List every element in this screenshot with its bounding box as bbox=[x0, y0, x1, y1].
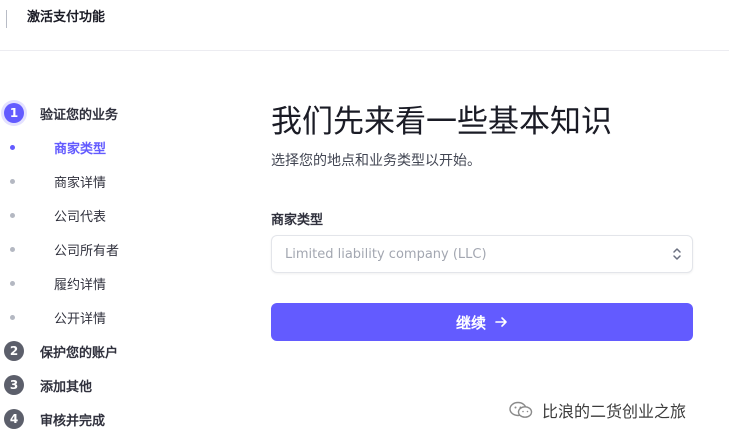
substep-label: 公司所有者 bbox=[54, 243, 120, 259]
continue-button[interactable]: 继续 bbox=[271, 303, 693, 341]
substep-company-owners[interactable]: 公司所有者 bbox=[10, 239, 119, 259]
business-type-value: Limited liability company (LLC) bbox=[285, 246, 487, 262]
substep-fulfillment-details[interactable]: 履约详情 bbox=[10, 273, 106, 293]
wechat-icon bbox=[509, 401, 533, 418]
step-number: 3 bbox=[4, 375, 24, 395]
substep-label: 商家详情 bbox=[54, 175, 107, 191]
page-title: 激活支付功能 bbox=[27, 10, 106, 25]
substep-label: 公开详情 bbox=[54, 311, 107, 327]
topbar-divider bbox=[6, 10, 7, 28]
watermark: 比浪的二货创业之旅 bbox=[508, 398, 686, 422]
top-bar: 激活支付功能 bbox=[0, 0, 729, 51]
step-number: 2 bbox=[4, 341, 24, 361]
step-label: 审核并完成 bbox=[40, 413, 106, 429]
substep-label: 履约详情 bbox=[54, 277, 107, 293]
continue-label: 继续 bbox=[455, 314, 486, 332]
step-review-finish[interactable]: 4 审核并完成 bbox=[4, 407, 105, 431]
dot-icon bbox=[10, 314, 15, 320]
watermark-text: 比浪的二货创业之旅 bbox=[542, 402, 687, 421]
substep-business-details[interactable]: 商家详情 bbox=[10, 171, 106, 191]
step-number: 4 bbox=[4, 409, 24, 429]
substep-label: 商家类型 bbox=[54, 141, 107, 157]
main-subheading: 选择您的地点和业务类型以开始。 bbox=[271, 153, 481, 169]
arrow-right-icon bbox=[495, 317, 507, 327]
substep-business-type[interactable]: 商家类型 bbox=[10, 137, 106, 157]
step-label: 添加其他 bbox=[40, 379, 93, 395]
substep-company-representative[interactable]: 公司代表 bbox=[10, 205, 106, 225]
dot-icon bbox=[10, 246, 15, 252]
step-verify-business[interactable]: 1 验证您的业务 bbox=[4, 101, 118, 125]
step-label: 验证您的业务 bbox=[40, 107, 119, 123]
substep-label: 公司代表 bbox=[54, 209, 107, 225]
dot-icon bbox=[10, 212, 15, 218]
business-type-select[interactable]: Limited liability company (LLC) bbox=[271, 235, 693, 273]
step-number: 1 bbox=[4, 103, 24, 123]
step-secure-account[interactable]: 2 保护您的账户 bbox=[4, 339, 118, 363]
dot-icon bbox=[10, 280, 15, 286]
step-label: 保护您的账户 bbox=[40, 345, 119, 361]
dot-icon bbox=[10, 178, 15, 184]
main-heading: 我们先来看一些基本知识 bbox=[271, 104, 612, 140]
chevron-up-down-icon bbox=[673, 248, 681, 260]
step-add-extras[interactable]: 3 添加其他 bbox=[4, 373, 92, 397]
business-type-label: 商家类型 bbox=[271, 213, 324, 228]
substep-public-details[interactable]: 公开详情 bbox=[10, 307, 106, 327]
active-dot-icon bbox=[10, 144, 15, 150]
